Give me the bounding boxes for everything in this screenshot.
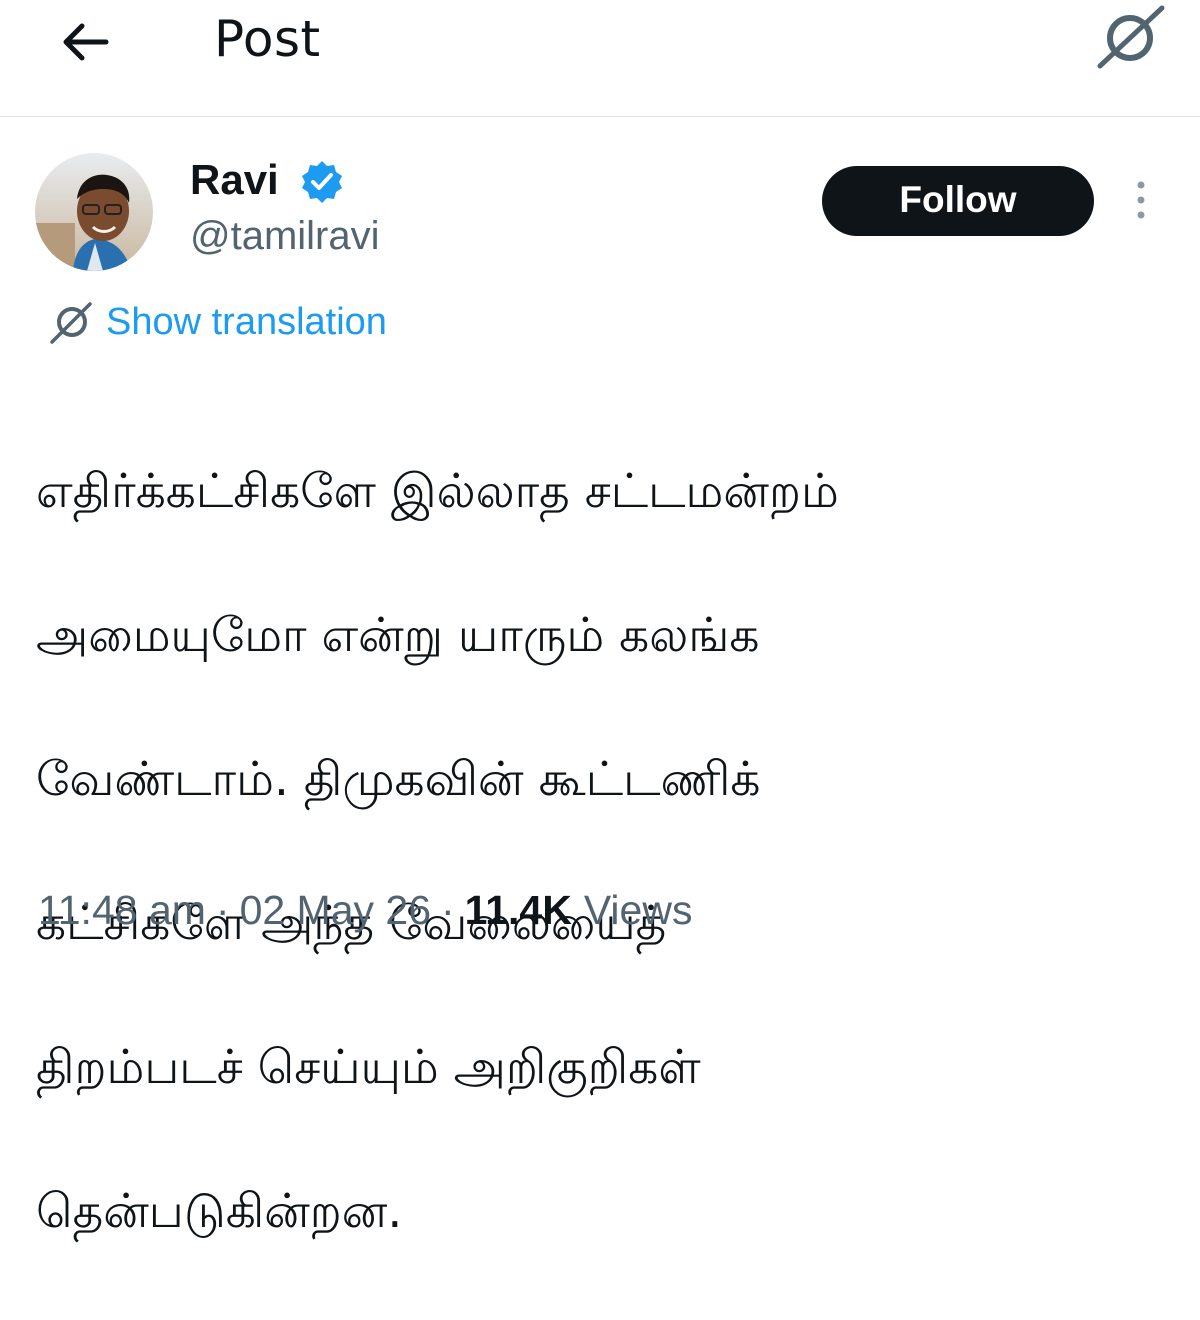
arrow-left-icon xyxy=(63,23,109,61)
page-title: Post xyxy=(214,10,321,68)
post-text-line: எதிர்க்கட்சிகளே இல்லாத சட்டமன்றம் xyxy=(36,464,839,519)
more-vertical-icon xyxy=(1137,181,1145,219)
show-translation-label: Show translation xyxy=(106,300,387,343)
post-text: எதிர்க்கட்சிகளே இல்லாத சட்டமன்றம் அமையும… xyxy=(36,384,1176,1320)
separator: · xyxy=(215,886,230,933)
post-text-line: வேண்டாம். திமுகவின் கூட்டணிக் xyxy=(36,752,761,807)
back-button[interactable] xyxy=(52,14,116,70)
post-text-line: அமையுமோ என்று யாரும் கலங்க xyxy=(36,608,760,663)
translate-button[interactable] xyxy=(1092,4,1168,70)
translate-icon xyxy=(50,302,92,344)
post-meta: 11:48 am · 02 May 26 · 11.4K Views xyxy=(38,880,692,940)
follow-button[interactable]: Follow xyxy=(822,166,1094,236)
top-bar: Post xyxy=(0,0,1200,117)
post-date[interactable]: 02 May 26 xyxy=(240,887,431,934)
more-options-button[interactable] xyxy=(1124,178,1158,224)
avatar[interactable] xyxy=(35,153,153,271)
author-handle[interactable]: @tamilravi xyxy=(190,214,380,259)
author-name[interactable]: Ravi xyxy=(190,156,279,204)
post-text-line: திறம்படச் செய்யும் அறிகுறிகள் xyxy=(36,1040,701,1095)
verified-badge-icon xyxy=(302,161,342,203)
post-text-line: தென்படுகின்றன. xyxy=(36,1184,403,1239)
translate-icon xyxy=(1097,5,1165,69)
separator: · xyxy=(441,886,455,933)
views-count[interactable]: 11.4K xyxy=(465,887,572,934)
profile-photo xyxy=(35,153,153,271)
views-label: Views xyxy=(583,886,693,933)
show-translation-link[interactable]: Show translation xyxy=(46,294,387,350)
post-time[interactable]: 11:48 am xyxy=(38,887,206,934)
